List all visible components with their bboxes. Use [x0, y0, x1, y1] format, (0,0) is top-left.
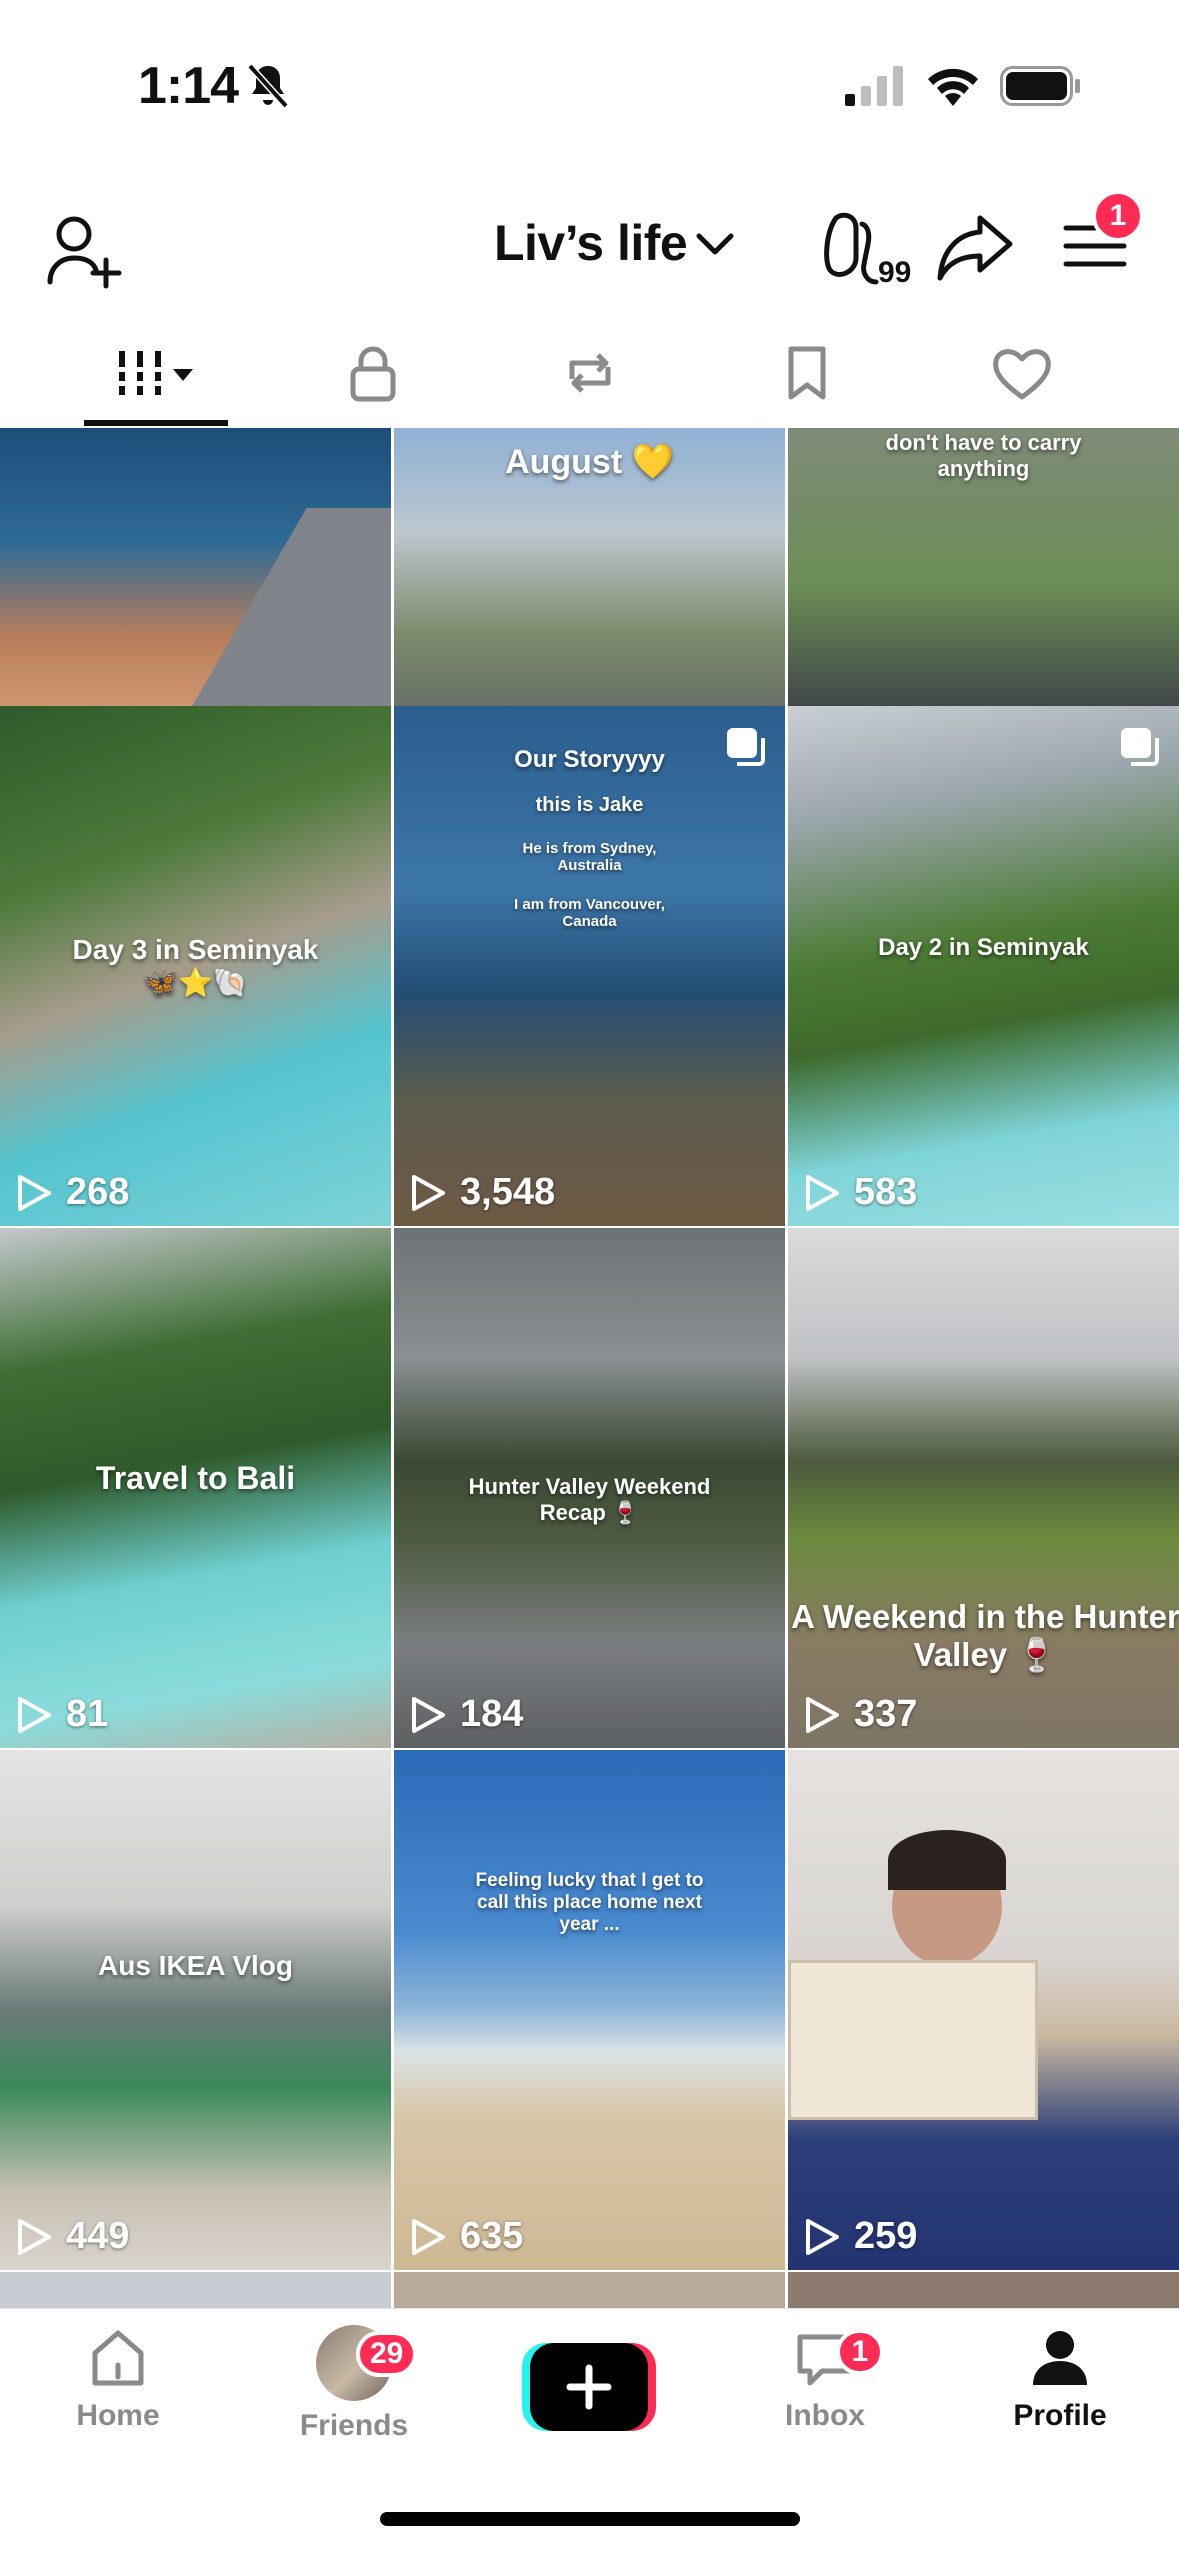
video-thumbnail[interactable]: 259 [788, 1750, 1179, 2270]
inbox-badge: 1 [836, 2329, 884, 2375]
play-icon [806, 2218, 839, 2255]
video-thumbnail[interactable]: Feeling lucky that I get to call this pl… [394, 1750, 785, 2270]
view-count: 635 [460, 2215, 524, 2257]
play-icon [412, 2218, 445, 2255]
status-time: 1:14 [138, 57, 239, 115]
video-thumbnail[interactable]: A Weekend in the Hunter Valley 🍷 337 [788, 1228, 1179, 1748]
stories-icon[interactable]: 99 [822, 208, 914, 290]
video-thumbnail[interactable]: Our Storyyyy this is Jake He is from Syd… [394, 706, 785, 1226]
profile-title: Liv’s life [494, 215, 688, 271]
tab-reposts[interactable] [490, 318, 690, 428]
tab-liked[interactable] [922, 318, 1122, 428]
active-tab-indicator [84, 420, 228, 426]
play-icon [806, 1696, 839, 1733]
profile-header: Liv’s life 99 1 [0, 190, 1179, 300]
profile-icon [1033, 2331, 1087, 2385]
photo-carousel-icon [1121, 728, 1159, 766]
friends-badge: 29 [356, 2331, 418, 2377]
account-switcher[interactable]: Liv’s life [494, 208, 735, 278]
video-caption: A Weekend in the Hunter Valley 🍷 [791, 1598, 1179, 1673]
tab-videos[interactable] [56, 318, 256, 428]
video-thumbnail[interactable] [788, 2272, 1179, 2308]
video-thumbnail[interactable]: Day 3 in Seminyak 🦋⭐🐚 268 [0, 706, 391, 1226]
add-friend-icon[interactable] [44, 210, 124, 290]
menu-notification-badge: 1 [1092, 190, 1144, 242]
video-grid: 329 August 💛 227 don't have to carry any… [0, 428, 1179, 2308]
video-caption: don't have to carry anything [885, 430, 1082, 481]
bookmark-icon [788, 346, 826, 400]
repost-icon [569, 353, 611, 393]
video-caption: Our Storyyyy [514, 746, 665, 773]
chevron-down-icon [696, 233, 734, 255]
battery-icon [1000, 66, 1080, 106]
view-count: 268 [66, 1171, 130, 1213]
profile-tabs [0, 318, 1179, 428]
heart-icon [993, 349, 1051, 400]
view-count: 449 [66, 2215, 130, 2257]
play-icon [412, 1696, 445, 1733]
home-indicator [380, 2512, 800, 2526]
video-caption: Aus IKEA Vlog [98, 1950, 293, 1981]
video-caption-line: He is from Sydney, Australia [522, 840, 657, 874]
nav-inbox-label: Inbox [785, 2399, 865, 2432]
play-icon [806, 1174, 839, 1211]
view-count: 259 [854, 2215, 918, 2257]
view-count: 337 [854, 1693, 918, 1735]
grid-icon [119, 351, 193, 395]
video-thumbnail[interactable]: Aus IKEA Vlog 449 [0, 1750, 391, 2270]
create-button[interactable] [522, 2343, 656, 2431]
video-caption: Day 2 in Seminyak [878, 934, 1089, 961]
view-count: 184 [460, 1693, 524, 1735]
video-thumbnail[interactable] [394, 2272, 785, 2308]
plus-icon [566, 2364, 612, 2410]
cellular-signal-icon [845, 66, 903, 106]
nav-home-label: Home [76, 2399, 160, 2432]
nav-home[interactable]: Home [38, 2325, 198, 2475]
share-icon[interactable] [936, 212, 1014, 282]
nav-profile[interactable]: Profile [980, 2325, 1140, 2475]
play-icon [18, 1174, 51, 1211]
tab-private[interactable] [273, 318, 473, 428]
play-icon [18, 1696, 51, 1733]
view-count: 81 [66, 1693, 109, 1735]
video-thumbnail[interactable] [0, 2272, 391, 2308]
video-caption: Day 3 in Seminyak 🦋⭐🐚 [72, 934, 319, 998]
video-thumbnail[interactable]: Travel to Bali 81 [0, 1228, 391, 1748]
view-count: 583 [854, 1171, 918, 1213]
video-caption: August 💛 [505, 443, 674, 481]
status-bar: 1:14 [0, 0, 1179, 170]
video-caption-line: this is Jake [535, 794, 644, 816]
view-count: 3,548 [460, 1171, 556, 1213]
nav-profile-label: Profile [1013, 2399, 1107, 2432]
video-caption-line: I am from Vancouver, Canada [514, 896, 665, 930]
play-icon [412, 1174, 445, 1211]
home-icon [92, 2330, 144, 2386]
svg-text:99: 99 [878, 256, 911, 289]
video-thumbnail[interactable]: Day 2 in Seminyak 583 [788, 706, 1179, 1226]
lock-icon [350, 346, 396, 402]
nav-friends-label: Friends [299, 2409, 409, 2442]
play-icon [18, 2218, 51, 2255]
video-caption: Travel to Bali [95, 1460, 296, 1496]
tab-favorites[interactable] [707, 318, 907, 428]
wifi-icon [928, 68, 978, 106]
bell-slash-icon [247, 63, 289, 109]
video-caption: Hunter Valley Weekend Recap 🍷 [468, 1474, 711, 1525]
video-thumbnail[interactable]: Hunter Valley Weekend Recap 🍷 184 [394, 1228, 785, 1748]
video-caption: Feeling lucky that I get to call this pl… [475, 1870, 704, 1935]
